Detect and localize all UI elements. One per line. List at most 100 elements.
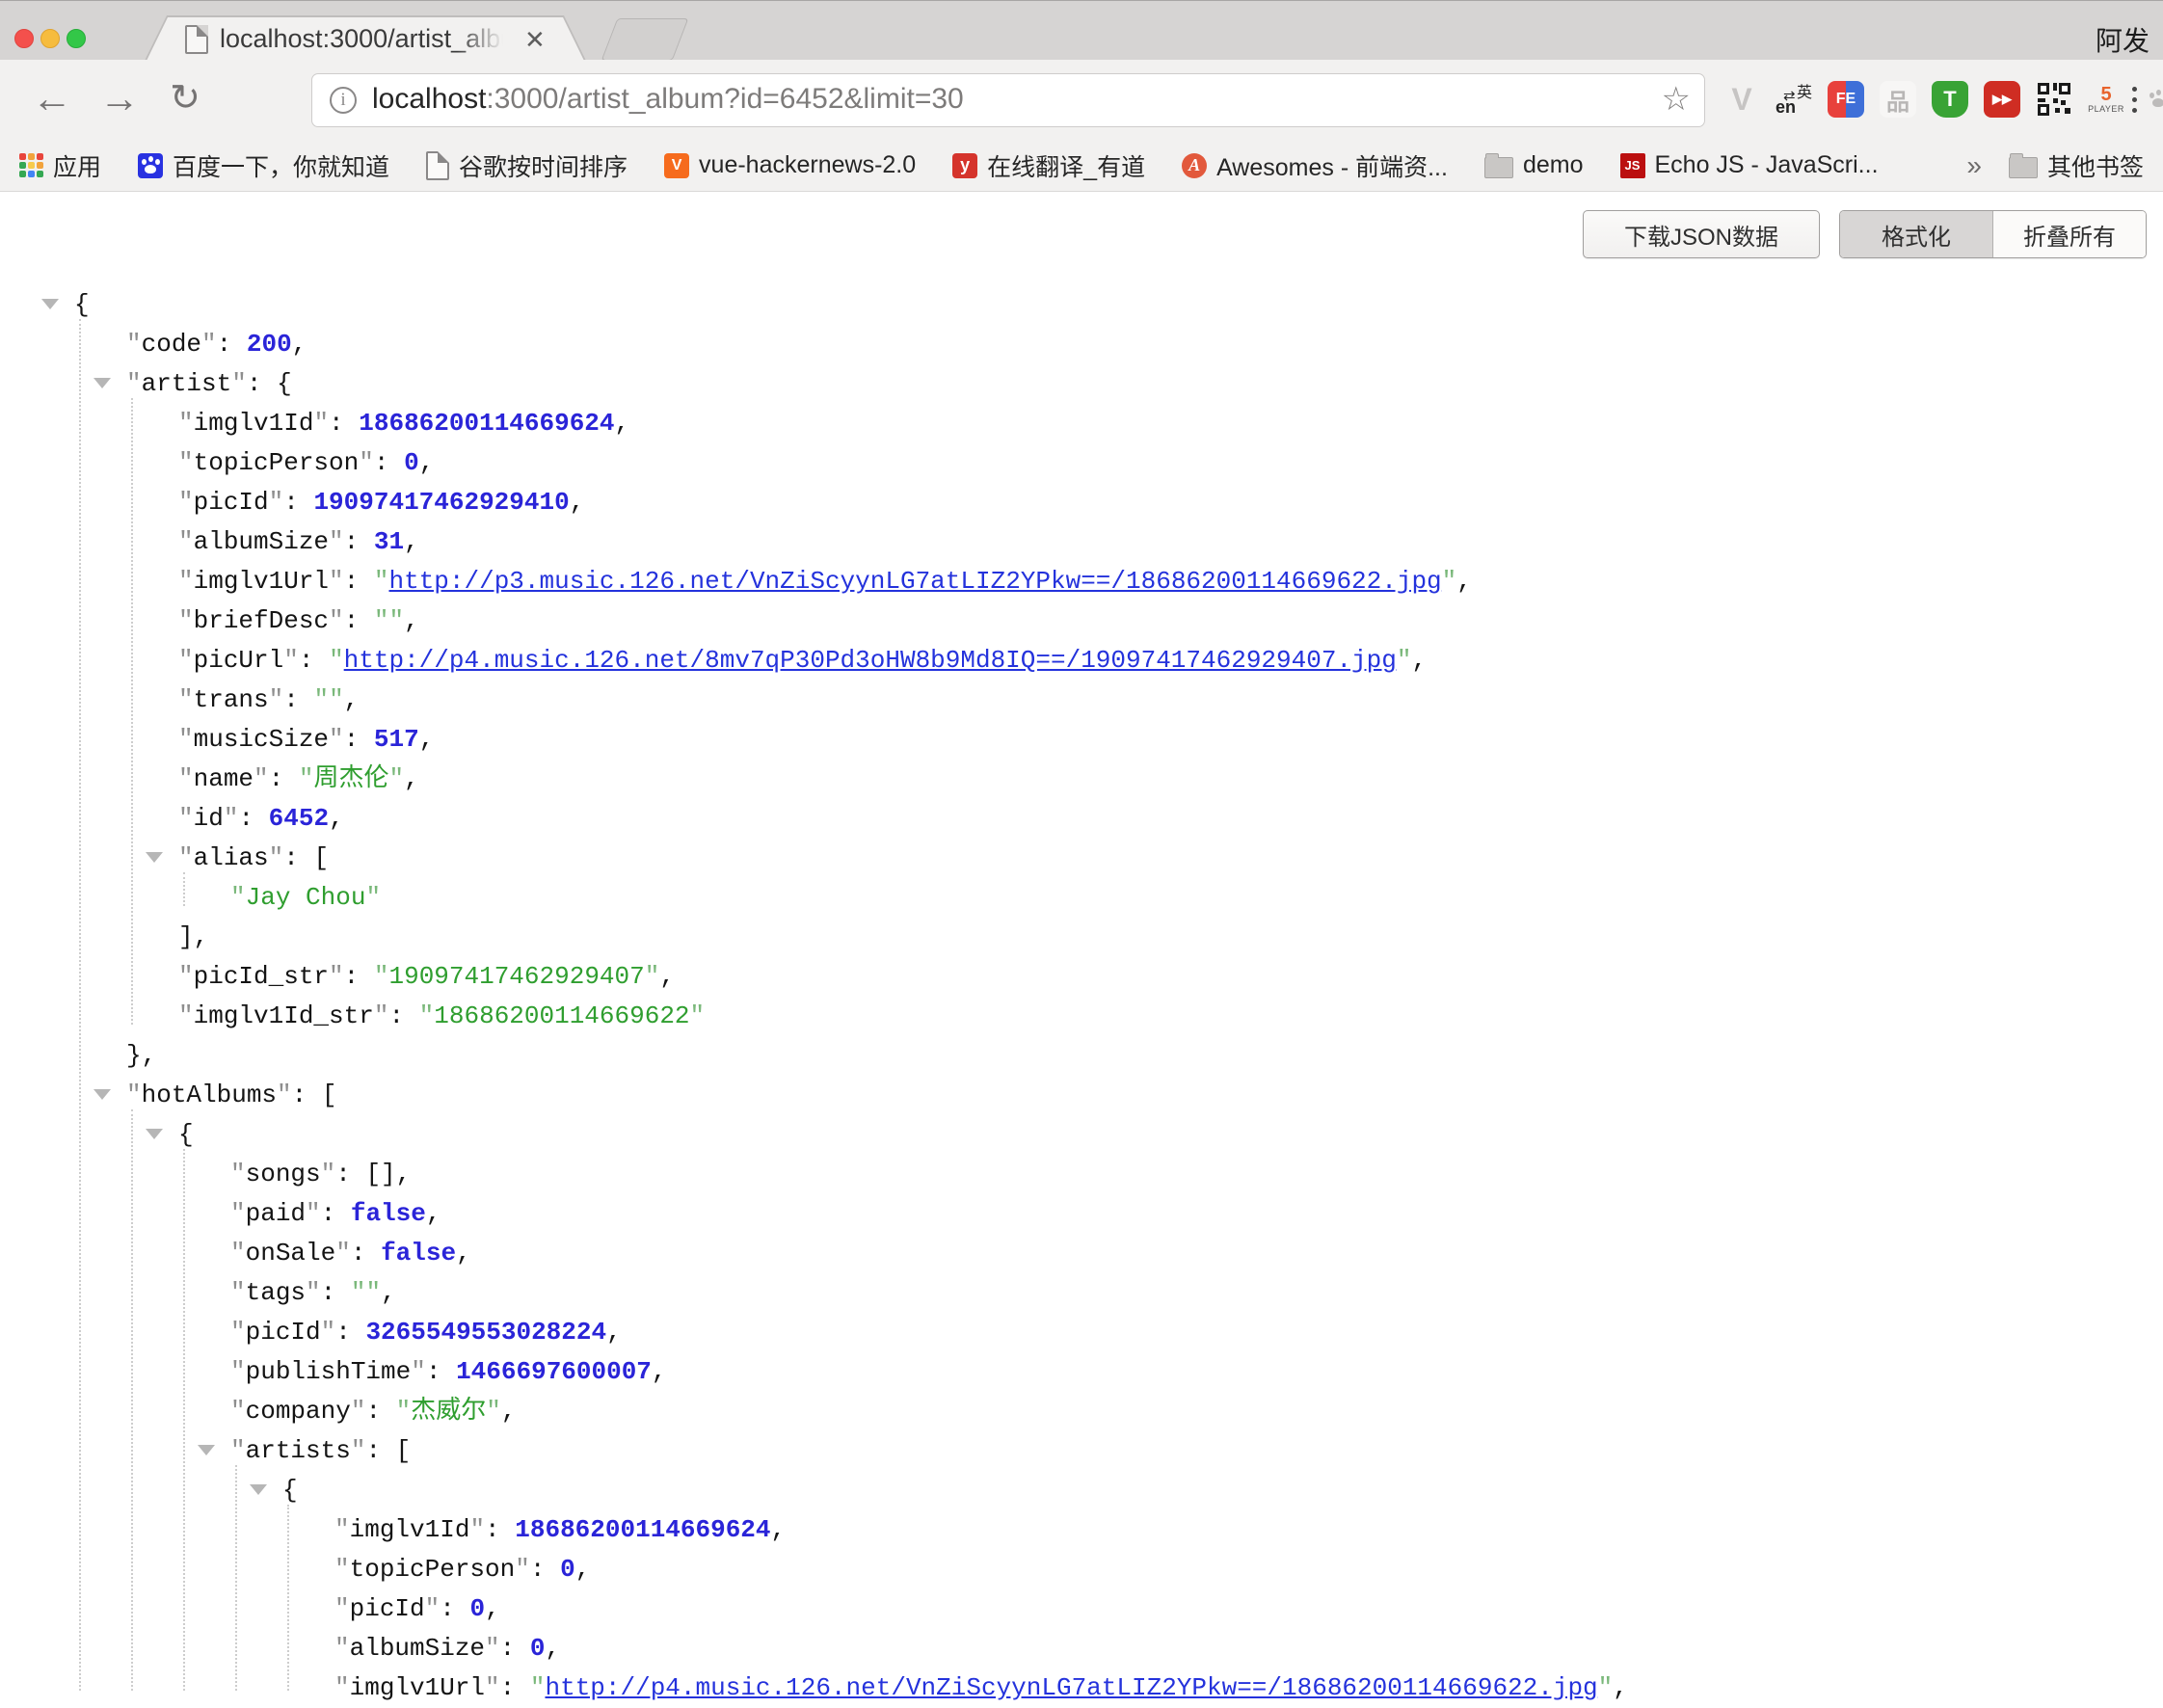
- json-line: "topicPerson": 0,: [0, 1550, 2163, 1589]
- page-icon: [426, 151, 449, 180]
- json-url-link[interactable]: http://p4.music.126.net/8mv7qP30Pd3oHW8b…: [344, 646, 1397, 675]
- collapse-triangle-icon[interactable]: [146, 852, 163, 863]
- collapse-triangle-icon[interactable]: [250, 1484, 267, 1495]
- bookmark-awesomes[interactable]: A Awesomes - 前端资...: [1182, 148, 1448, 183]
- bookmark-demo-folder[interactable]: demo: [1484, 151, 1584, 179]
- bookmark-vue-hackernews[interactable]: Vvue-hackernews-2.0: [664, 151, 916, 179]
- org-chart-icon[interactable]: 品: [1876, 77, 1920, 121]
- json-line: "picId": 19097417462929410,: [0, 483, 2163, 522]
- collapse-triangle-icon[interactable]: [41, 299, 59, 309]
- collapse-all-button[interactable]: 折叠所有: [1993, 211, 2146, 257]
- bookmark-apps[interactable]: 应用: [19, 148, 101, 183]
- json-line: "artists": [: [0, 1431, 2163, 1471]
- json-line: "name": "周杰伦",: [0, 760, 2163, 799]
- awesomes-icon: A: [1182, 153, 1207, 178]
- json-line: },: [0, 1036, 2163, 1076]
- json-line: "musicSize": 517,: [0, 720, 2163, 760]
- apps-grid-icon: [19, 153, 43, 177]
- page-favicon-icon: [185, 25, 208, 54]
- zoom-window-button[interactable]: [67, 29, 86, 48]
- echojs-icon: JS: [1620, 153, 1645, 178]
- json-line: "id": 6452,: [0, 799, 2163, 839]
- json-line: {: [0, 1471, 2163, 1510]
- json-line: "albumSize": 31,: [0, 522, 2163, 562]
- browser-tab[interactable]: localhost:3000/artist_album?id=6452&limi…: [147, 17, 584, 61]
- bookmark-label: 谷歌按时间排序: [459, 148, 628, 183]
- address-bar[interactable]: i localhost:3000/artist_album?id=6452&li…: [311, 73, 1705, 127]
- fe-icon[interactable]: FE: [1824, 77, 1868, 121]
- bookmark-label: Awesomes - 前端资...: [1216, 148, 1448, 183]
- tampermonkey-shield-icon[interactable]: T: [1928, 77, 1972, 121]
- bookmarks-overflow-icon[interactable]: »: [1966, 150, 1982, 181]
- json-line: "briefDesc": "",: [0, 601, 2163, 641]
- vue-devtools-icon[interactable]: V: [1720, 77, 1764, 121]
- window-titlebar: localhost:3000/artist_album?id=6452&limi…: [0, 0, 2163, 61]
- json-line: "alias": [: [0, 839, 2163, 878]
- bookmark-youdao-translate[interactable]: y在线翻译_有道: [952, 148, 1145, 183]
- bookmarks-bar: 应用 百度一下，你就知道 谷歌按时间排序 Vvue-hackernews-2.0 y在线…: [0, 140, 2163, 192]
- json-line: "paid": false,: [0, 1194, 2163, 1234]
- bookmark-other-bookmarks[interactable]: 其他书签: [2009, 148, 2144, 183]
- bookmark-label: vue-hackernews-2.0: [699, 151, 916, 179]
- url-text: localhost:3000/artist_album?id=6452&limi…: [372, 83, 964, 116]
- collapse-triangle-icon[interactable]: [93, 1089, 111, 1100]
- json-line: "imglv1Id": 18686200114669624,: [0, 1510, 2163, 1550]
- bookmark-echojs[interactable]: JS Echo JS - JavaScri...: [1620, 151, 1879, 179]
- qr-code-icon[interactable]: [2032, 77, 2076, 121]
- json-line: "picId": 0,: [0, 1589, 2163, 1629]
- json-line: "picId_str": "19097417462929407",: [0, 957, 2163, 997]
- json-line: "hotAlbums": [: [0, 1076, 2163, 1115]
- json-line: "onSale": false,: [0, 1234, 2163, 1273]
- bookmark-star-icon[interactable]: ☆: [1662, 80, 1691, 119]
- bookmark-google-sorted[interactable]: 谷歌按时间排序: [426, 148, 628, 183]
- reload-icon[interactable]: ↻: [158, 71, 212, 125]
- json-line: "publishTime": 1466697600007,: [0, 1352, 2163, 1392]
- bookmark-label: 百度一下，你就知道: [173, 148, 389, 183]
- fast-forward-icon[interactable]: ▶▶: [1980, 77, 2024, 121]
- collapse-triangle-icon[interactable]: [198, 1445, 215, 1455]
- json-line: "songs": [],: [0, 1155, 2163, 1194]
- view-mode-segmented-control: 格式化 折叠所有: [1839, 210, 2147, 258]
- json-line: "picId": 3265549553028224,: [0, 1313, 2163, 1352]
- json-line: "company": "杰威尔",: [0, 1392, 2163, 1431]
- paw-blue-icon: [138, 153, 163, 178]
- json-line: "tags": "",: [0, 1273, 2163, 1313]
- new-tab-button[interactable]: [601, 18, 689, 61]
- profile-name[interactable]: 阿发: [2096, 20, 2150, 59]
- vue-icon: V: [664, 153, 689, 178]
- browser-toolbar: ← → ↻ i localhost:3000/artist_album?id=6…: [0, 60, 2163, 140]
- json-url-link[interactable]: http://p3.music.126.net/VnZiScyynLG7atLI…: [388, 567, 1441, 596]
- collapse-triangle-icon[interactable]: [93, 378, 111, 388]
- forward-icon[interactable]: →: [93, 71, 147, 125]
- bookmark-items: 应用 百度一下，你就知道 谷歌按时间排序 Vvue-hackernews-2.0 y在线…: [19, 148, 1879, 183]
- chrome-menu-icon[interactable]: [2115, 75, 2153, 123]
- download-json-button[interactable]: 下载JSON数据: [1583, 210, 1820, 258]
- minimize-window-button[interactable]: [40, 29, 60, 48]
- translate-icon[interactable]: en英⇄: [1772, 77, 1816, 121]
- tab-close-icon[interactable]: ✕: [524, 25, 546, 55]
- json-viewer: {"code": 200,"artist": {"imglv1Id": 1868…: [0, 285, 2163, 1708]
- json-line: "code": 200,: [0, 325, 2163, 364]
- back-icon[interactable]: ←: [25, 71, 79, 125]
- json-line: "imglv1Url": "http://p3.music.126.net/Vn…: [0, 562, 2163, 601]
- bookmark-baidu[interactable]: 百度一下，你就知道: [138, 148, 389, 183]
- collapse-triangle-icon[interactable]: [146, 1129, 163, 1139]
- site-info-icon[interactable]: i: [330, 87, 357, 114]
- bookmark-label: 在线翻译_有道: [987, 148, 1145, 183]
- url-rest: :3000/artist_album?id=6452&limit=30: [486, 83, 963, 115]
- format-button[interactable]: 格式化: [1840, 211, 1993, 257]
- json-line: "imglv1Id_str": "18686200114669622": [0, 997, 2163, 1036]
- close-window-button[interactable]: [14, 29, 34, 48]
- bookmark-label: 其他书签: [2047, 148, 2144, 183]
- json-line: "imglv1Url": "http://p4.music.126.net/Vn…: [0, 1668, 2163, 1708]
- json-line: "albumSize": 0,: [0, 1629, 2163, 1668]
- json-line: {: [0, 1115, 2163, 1155]
- tab-title: localhost:3000/artist_album?id=6452&limi…: [220, 24, 509, 57]
- json-line: "imglv1Id": 18686200114669624,: [0, 404, 2163, 443]
- json-line: {: [0, 285, 2163, 325]
- json-line: "topicPerson": 0,: [0, 443, 2163, 483]
- json-url-link[interactable]: http://p4.music.126.net/VnZiScyynLG7atLI…: [545, 1673, 1597, 1702]
- json-line: "picUrl": "http://p4.music.126.net/8mv7q…: [0, 641, 2163, 681]
- bookmark-label: Echo JS - JavaScri...: [1655, 151, 1879, 179]
- json-line: ],: [0, 918, 2163, 957]
